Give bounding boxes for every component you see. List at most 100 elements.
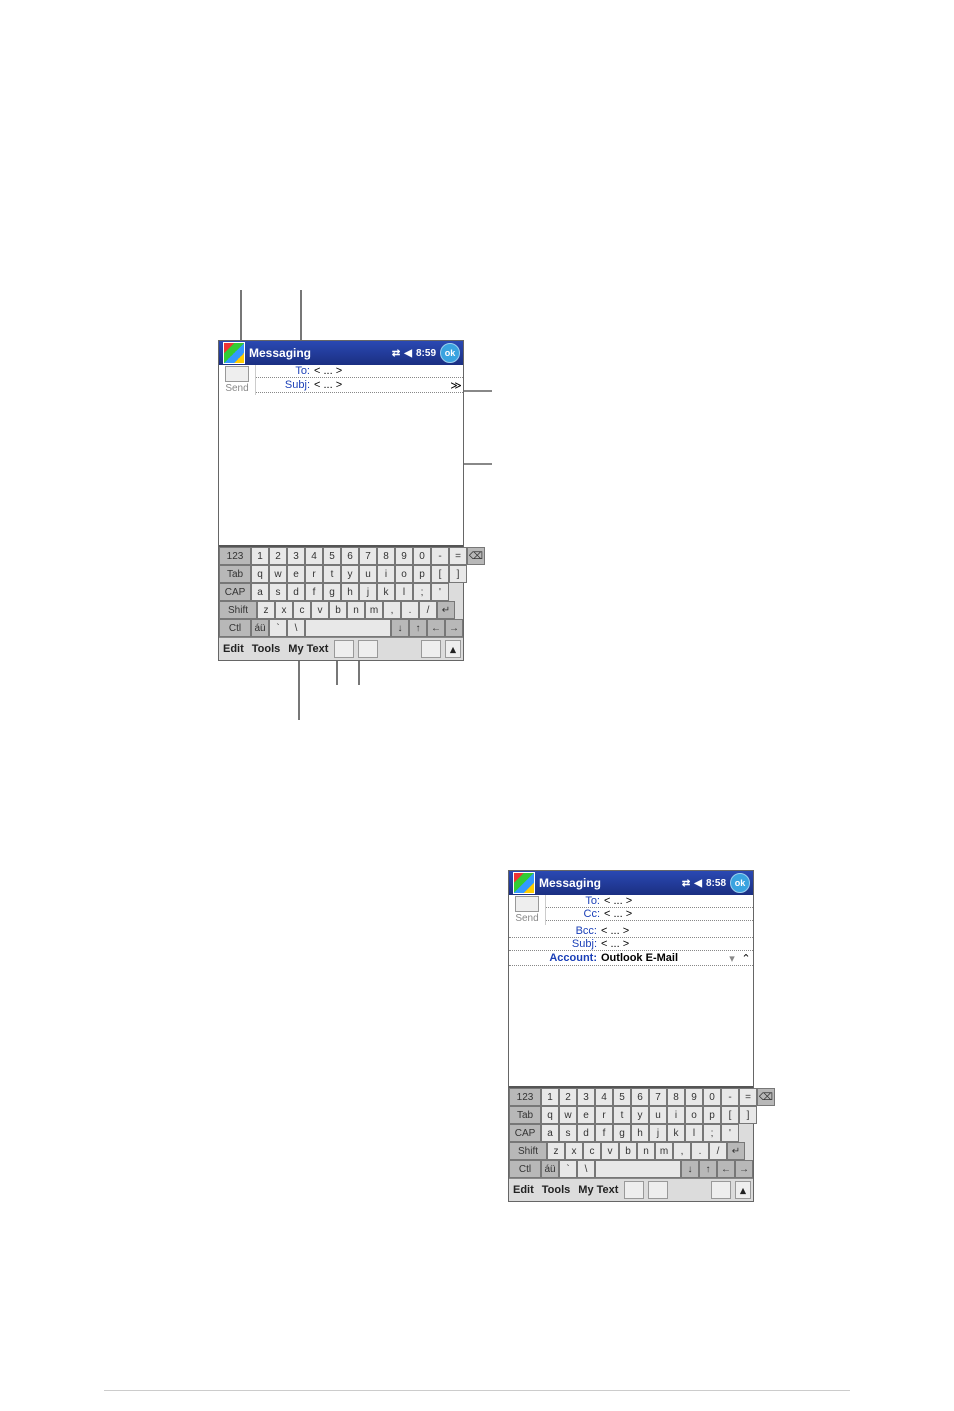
send-button[interactable]: Send [219, 365, 256, 395]
key-shift[interactable]: Shift [219, 601, 257, 619]
key[interactable]: 0 [703, 1088, 721, 1106]
key[interactable]: 2 [559, 1088, 577, 1106]
key[interactable]: e [287, 565, 305, 583]
key[interactable]: w [559, 1106, 577, 1124]
key-caps[interactable]: CAP [219, 583, 251, 601]
key-123[interactable]: 123 [509, 1088, 541, 1106]
message-body[interactable] [509, 966, 753, 1086]
key-intl[interactable]: áü [251, 619, 269, 637]
key[interactable]: e [577, 1106, 595, 1124]
key-backspace[interactable]: ⌫ [757, 1088, 775, 1106]
subj-field[interactable]: < ... > [601, 938, 753, 950]
key[interactable]: 8 [667, 1088, 685, 1106]
key[interactable]: p [413, 565, 431, 583]
key[interactable]: , [383, 601, 401, 619]
key[interactable]: 9 [395, 547, 413, 565]
key[interactable]: 5 [323, 547, 341, 565]
key[interactable]: i [667, 1106, 685, 1124]
key-up[interactable]: ↑ [409, 619, 427, 637]
key[interactable]: u [359, 565, 377, 583]
menu-tools[interactable]: Tools [248, 643, 285, 655]
key-space[interactable] [305, 619, 391, 637]
key-shift[interactable]: Shift [509, 1142, 547, 1160]
key[interactable]: a [541, 1124, 559, 1142]
sip-arrow-icon[interactable]: ▴ [445, 640, 461, 658]
key-enter[interactable]: ↵ [437, 601, 455, 619]
key-ctl[interactable]: Ctl [509, 1160, 541, 1178]
key[interactable]: 3 [577, 1088, 595, 1106]
key[interactable]: = [739, 1088, 757, 1106]
key-caps[interactable]: CAP [509, 1124, 541, 1142]
key[interactable]: 3 [287, 547, 305, 565]
key[interactable]: z [257, 601, 275, 619]
key-left[interactable]: ← [427, 619, 445, 637]
key-left[interactable]: ← [717, 1160, 735, 1178]
cc-field[interactable]: < ... > [604, 908, 753, 920]
key[interactable]: f [305, 583, 323, 601]
key[interactable]: l [685, 1124, 703, 1142]
recorder-icon[interactable] [648, 1181, 668, 1199]
key[interactable]: j [359, 583, 377, 601]
key[interactable]: - [721, 1088, 739, 1106]
key[interactable]: 7 [359, 547, 377, 565]
key-tab[interactable]: Tab [219, 565, 251, 583]
key[interactable]: 2 [269, 547, 287, 565]
key[interactable]: \ [287, 619, 305, 637]
key[interactable]: \ [577, 1160, 595, 1178]
account-dropdown-icon[interactable]: ▾ [725, 952, 739, 965]
key[interactable]: p [703, 1106, 721, 1124]
key[interactable]: k [377, 583, 395, 601]
send-button[interactable]: Send [509, 895, 546, 925]
speaker-icon[interactable]: ◀ [404, 348, 412, 359]
key[interactable]: s [269, 583, 287, 601]
key[interactable]: t [323, 565, 341, 583]
key[interactable]: l [395, 583, 413, 601]
key[interactable]: x [565, 1142, 583, 1160]
key[interactable]: m [365, 601, 383, 619]
to-field[interactable]: < ... > [604, 895, 753, 907]
soft-keyboard[interactable]: 123 1 2 3 4 5 6 7 8 9 0 - = ⌫ Tab q w e … [219, 545, 463, 637]
key[interactable]: / [709, 1142, 727, 1160]
key[interactable]: i [377, 565, 395, 583]
key[interactable]: n [637, 1142, 655, 1160]
key[interactable]: b [329, 601, 347, 619]
key[interactable]: ' [721, 1124, 739, 1142]
key[interactable]: c [583, 1142, 601, 1160]
key[interactable]: 8 [377, 547, 395, 565]
key[interactable]: ` [559, 1160, 577, 1178]
key[interactable]: . [401, 601, 419, 619]
sip-keyboard-icon[interactable] [711, 1181, 731, 1199]
soft-keyboard[interactable]: 123 1 2 3 4 5 6 7 8 9 0 - = ⌫ Tab q w e … [509, 1086, 753, 1178]
key[interactable]: y [631, 1106, 649, 1124]
ok-button[interactable]: ok [440, 343, 460, 363]
key[interactable]: [ [431, 565, 449, 583]
key-down[interactable]: ↓ [391, 619, 409, 637]
key[interactable]: y [341, 565, 359, 583]
connectivity-icon[interactable]: ⇄ [682, 878, 690, 889]
key-backspace[interactable]: ⌫ [467, 547, 485, 565]
menu-edit[interactable]: Edit [219, 643, 248, 655]
menu-tools[interactable]: Tools [538, 1184, 575, 1196]
ok-button[interactable]: ok [730, 873, 750, 893]
key[interactable]: [ [721, 1106, 739, 1124]
key[interactable]: = [449, 547, 467, 565]
key-space[interactable] [595, 1160, 681, 1178]
key[interactable]: z [547, 1142, 565, 1160]
sip-arrow-icon[interactable]: ▴ [735, 1181, 751, 1199]
menu-mytext[interactable]: My Text [284, 643, 332, 655]
expand-fields-icon[interactable]: ≫ [449, 378, 463, 392]
to-field[interactable]: < ... > [314, 365, 463, 377]
start-flag-icon[interactable] [223, 342, 245, 364]
subj-field[interactable]: < ... > [314, 379, 449, 391]
message-body[interactable] [219, 395, 463, 545]
key[interactable]: w [269, 565, 287, 583]
key-right[interactable]: → [735, 1160, 753, 1178]
key[interactable]: d [287, 583, 305, 601]
key[interactable]: r [595, 1106, 613, 1124]
key[interactable]: 7 [649, 1088, 667, 1106]
key[interactable]: - [431, 547, 449, 565]
key[interactable]: h [341, 583, 359, 601]
key[interactable]: t [613, 1106, 631, 1124]
key[interactable]: v [311, 601, 329, 619]
attachment-icon[interactable] [624, 1181, 644, 1199]
